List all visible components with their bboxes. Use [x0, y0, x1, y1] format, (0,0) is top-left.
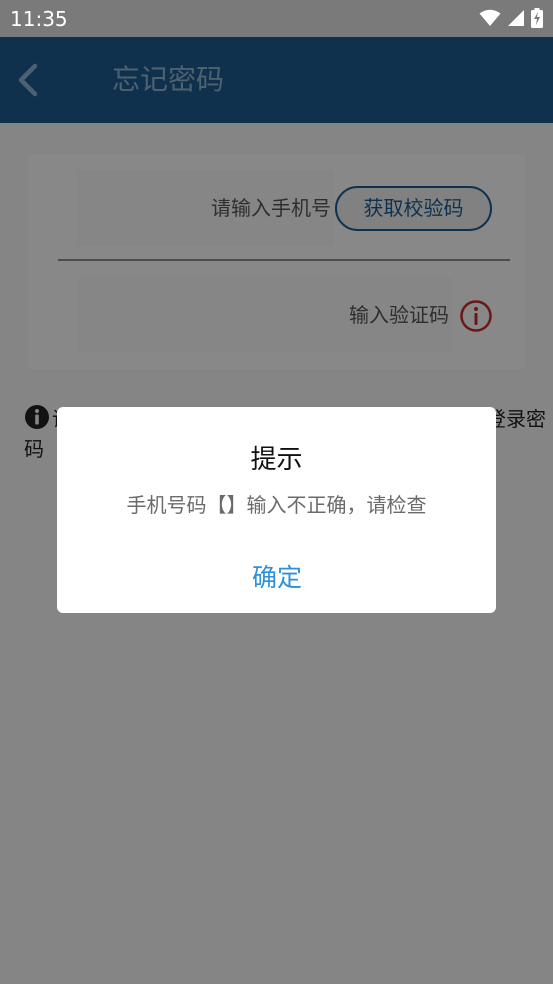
status-bar: 11:35 [0, 0, 553, 37]
wifi-icon [479, 9, 501, 26]
signal-icon [508, 10, 524, 26]
dialog-title: 提示 [250, 445, 303, 475]
battery-charging-icon [531, 8, 543, 28]
dialog-confirm-button[interactable]: 确定 [227, 557, 327, 599]
status-time: 11:35 [10, 7, 68, 31]
alert-dialog: 提示 手机号码【】输入不正确，请检查 确定 [57, 407, 496, 613]
status-icons [479, 7, 543, 29]
dialog-message: 手机号码【】输入不正确，请检查 [126, 493, 427, 517]
